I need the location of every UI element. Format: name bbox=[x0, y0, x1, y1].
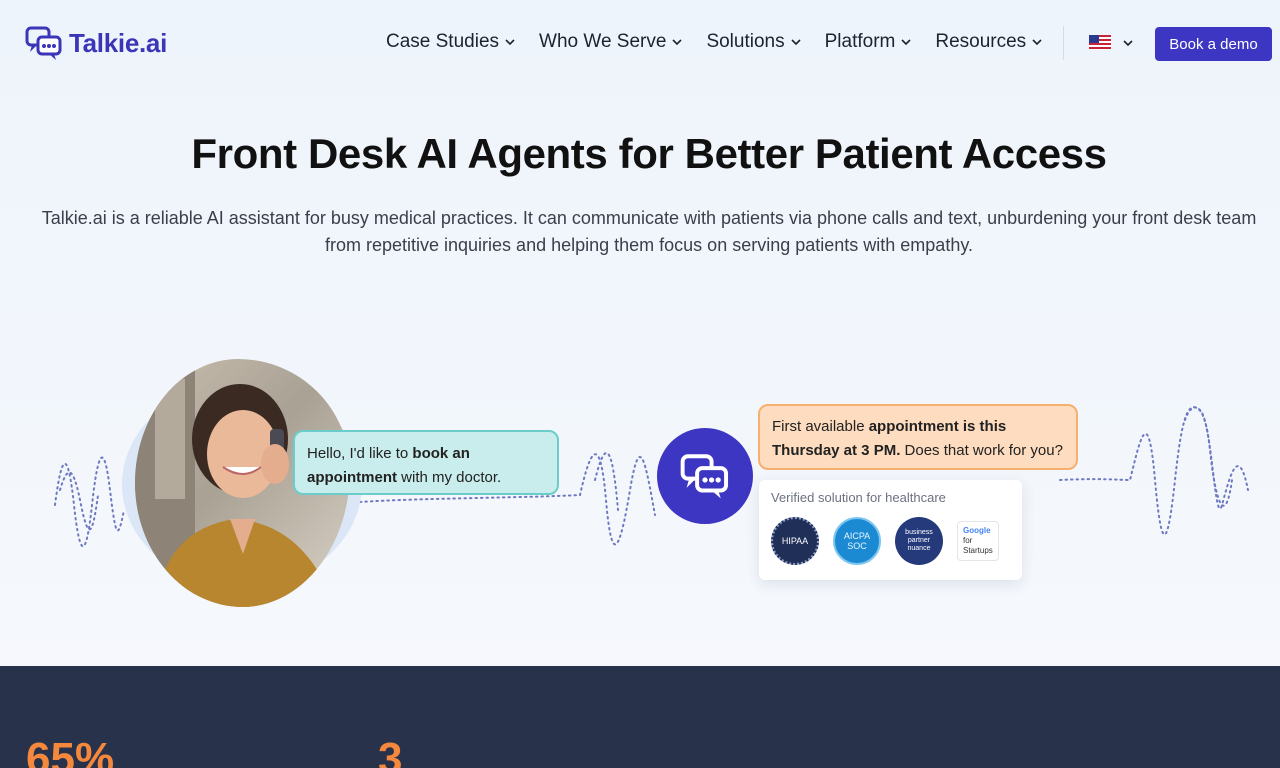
nav-resources[interactable]: Resources bbox=[935, 31, 1042, 53]
certification-badges: HIPAA AICPA SOC business partner nuance Goo… bbox=[771, 517, 1010, 565]
bp-label: business partner nuance bbox=[905, 529, 933, 553]
nav-label: Case Studies bbox=[386, 31, 500, 52]
google-line1: Google bbox=[963, 526, 991, 535]
page-title: Front Desk AI Agents for Better Patient … bbox=[191, 130, 1107, 177]
aicpa-line2: SOC bbox=[847, 541, 867, 551]
nav-who-we-serve[interactable]: Who We Serve bbox=[539, 31, 683, 53]
agent-message-text: First available bbox=[772, 418, 869, 435]
patient-message-text-end: with my doctor. bbox=[397, 469, 502, 486]
logo[interactable]: Talkie.ai bbox=[25, 25, 167, 61]
google-for-startups-badge-icon: Google for Startups bbox=[957, 521, 999, 561]
chat-logo-icon bbox=[25, 26, 62, 60]
bp-line3: nuance bbox=[907, 545, 931, 552]
nav-label: Who We Serve bbox=[539, 31, 667, 52]
language-selector[interactable] bbox=[1089, 35, 1133, 50]
google-line2: for bbox=[963, 536, 973, 545]
hipaa-label: HIPAA bbox=[781, 536, 809, 546]
agent-message-text-end: Does that work for you? bbox=[900, 442, 1063, 459]
nav-case-studies[interactable]: Case Studies bbox=[386, 31, 515, 53]
chevron-down-icon bbox=[1123, 39, 1133, 46]
nav-solutions[interactable]: Solutions bbox=[706, 31, 801, 53]
aicpa-soc-badge-icon: AICPA SOC bbox=[833, 517, 881, 565]
hipaa-badge-icon: HIPAA bbox=[771, 517, 819, 565]
verified-title: Verified solution for healthcare bbox=[771, 490, 946, 505]
chevron-down-icon bbox=[1032, 39, 1042, 46]
chevron-down-icon bbox=[791, 39, 801, 46]
ai-agent-avatar bbox=[657, 428, 753, 524]
hero-illustration: Hello, I'd like to book an appointment w… bbox=[0, 330, 1280, 630]
patient-message-text: Hello, I'd like to bbox=[307, 445, 413, 462]
chevron-down-icon bbox=[672, 39, 683, 46]
us-flag-icon bbox=[1089, 35, 1111, 50]
stat-value-2: 3 bbox=[378, 734, 403, 768]
nav-label: Platform bbox=[824, 31, 896, 52]
google-line3: Startups bbox=[963, 546, 993, 555]
logo-text: Talkie.ai bbox=[69, 27, 167, 58]
nav-label: Resources bbox=[935, 31, 1027, 52]
agent-message-bubble: First available appointment is this Thur… bbox=[758, 404, 1078, 470]
bp-line1: business bbox=[905, 529, 933, 536]
stat-value-1: 65% bbox=[26, 734, 115, 768]
verified-solution-card: Verified solution for healthcare HIPAA A… bbox=[759, 480, 1022, 580]
business-partner-badge-icon: business partner nuance bbox=[895, 517, 943, 565]
chat-bubbles-icon bbox=[680, 454, 729, 499]
book-demo-button[interactable]: Book a demo bbox=[1155, 27, 1272, 61]
hero-subtitle: Talkie.ai is a reliable AI assistant for… bbox=[41, 208, 1257, 255]
aicpa-line1: AICPA bbox=[843, 531, 871, 541]
aicpa-label: AICPA SOC bbox=[844, 531, 870, 551]
main-menu: Case Studies Who We Serve Solutions Plat… bbox=[386, 31, 1042, 53]
chevron-down-icon bbox=[505, 39, 515, 46]
nav-divider bbox=[1063, 26, 1064, 60]
bp-line2: partner bbox=[907, 537, 931, 544]
patient-message-bubble: Hello, I'd like to book an appointment w… bbox=[293, 430, 559, 495]
top-nav: Talkie.ai Case Studies Who We Serve Solu… bbox=[0, 0, 1280, 86]
chevron-down-icon bbox=[901, 39, 911, 46]
nav-label: Solutions bbox=[706, 31, 785, 52]
stats-band: 65% 3 bbox=[0, 666, 1280, 768]
nav-platform[interactable]: Platform bbox=[825, 31, 912, 53]
